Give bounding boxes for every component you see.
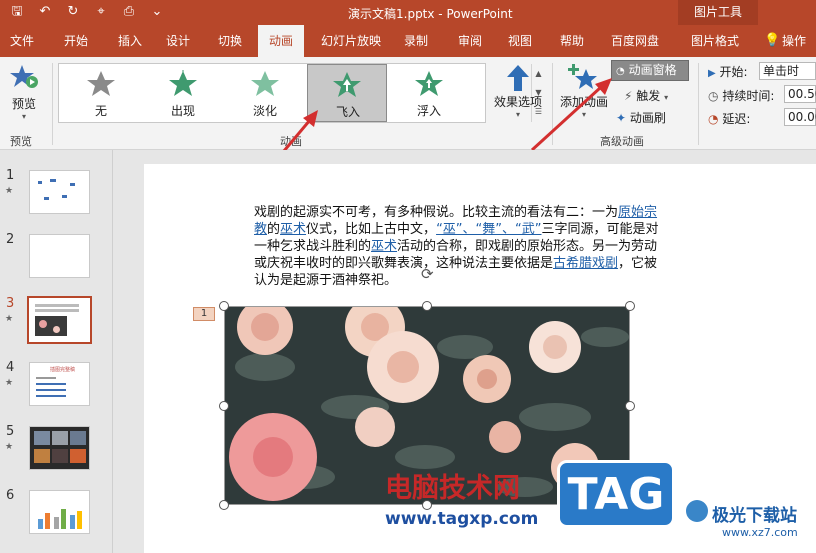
slide-thumbnail-5[interactable] <box>29 426 90 470</box>
animation-star-icon: ★ <box>5 314 14 324</box>
resize-handle-top-left[interactable] <box>219 301 229 311</box>
watermark-brand-url: www.xz7.com <box>722 526 798 539</box>
slide-thumbnail-4[interactable]: 插图完整稿 <box>29 362 90 406</box>
watermark-brand-logo-icon <box>686 500 708 522</box>
resize-handle-bottom-left[interactable] <box>219 500 229 510</box>
slide-number: 4 <box>6 360 15 375</box>
resize-handle-top[interactable] <box>422 301 432 311</box>
slide-number: 5 <box>6 424 15 439</box>
slide-thumbnail-3[interactable] <box>27 296 92 344</box>
resize-handle-right[interactable] <box>625 401 635 411</box>
rotate-handle-icon[interactable]: ⟳ <box>421 266 437 282</box>
watermark-brand: 极光下载站 <box>712 506 797 526</box>
link-witchcraft-2[interactable]: 巫术 <box>371 239 397 254</box>
slide-thumbnail-1[interactable] <box>29 170 90 214</box>
slide-thumbnail-pane: 1 ★ 2 3 ★ 4 ★ 插图完整稿 5 ★ 6 <box>0 150 113 553</box>
slide-thumbnail-2[interactable] <box>29 234 90 278</box>
slide-number: 3 <box>6 296 15 311</box>
animation-star-icon: ★ <box>5 378 14 388</box>
link-greek-drama[interactable]: 古希腊戏剧 <box>553 256 618 271</box>
resize-handle-top-right[interactable] <box>625 301 635 311</box>
animation-star-icon: ★ <box>5 186 14 196</box>
resize-handle-left[interactable] <box>219 401 229 411</box>
animation-order-tag[interactable]: 1 <box>193 307 215 321</box>
slide-number: 2 <box>6 232 15 247</box>
link-witchcraft[interactable]: 巫术 <box>280 222 306 237</box>
slide-number: 6 <box>6 488 15 503</box>
link-wu-wu-wu[interactable]: “巫”、“舞”、“武” <box>436 222 541 237</box>
slide-number: 1 <box>6 168 15 183</box>
slide-text-box[interactable]: 戏剧的起源实不可考，有多种假说。比较主流的看法有二：一为原始宗教的巫术仪式，比如… <box>254 204 664 289</box>
watermark-tag-logo: TAG <box>557 460 675 528</box>
animation-star-icon: ★ <box>5 442 14 452</box>
slide-thumbnail-6[interactable] <box>29 490 90 534</box>
watermark-site-url: www.tagxp.com <box>385 509 539 529</box>
watermark-site-name: 电脑技术网 <box>385 473 520 504</box>
